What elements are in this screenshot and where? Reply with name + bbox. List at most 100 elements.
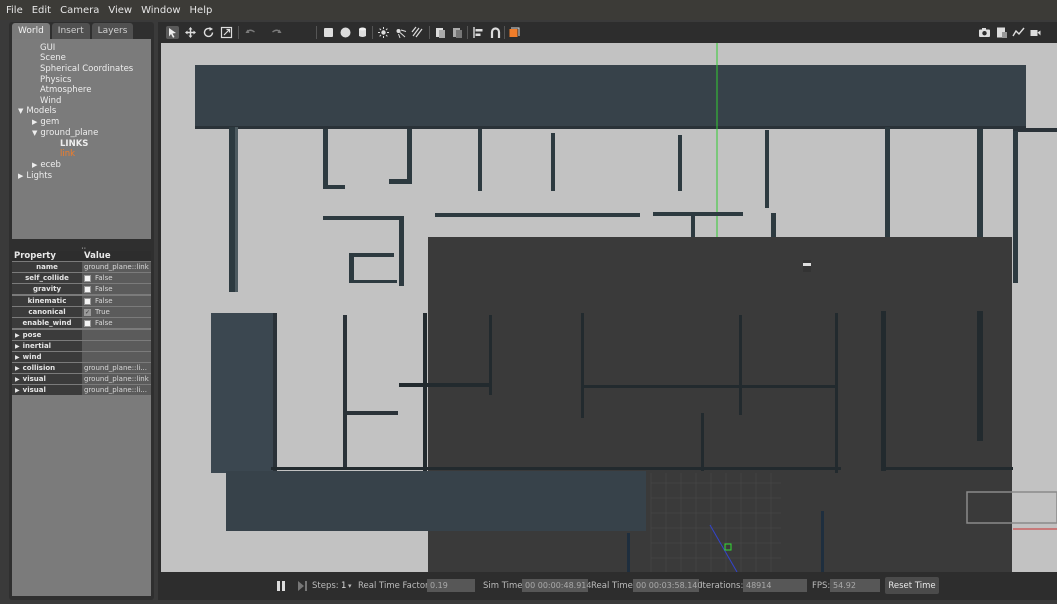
translate-icon[interactable] [184, 26, 197, 39]
steps-label: Steps: [312, 581, 339, 591]
align-icon[interactable] [472, 26, 485, 39]
steps-value[interactable]: 1 [341, 581, 346, 591]
group-name: ▶ wind [12, 352, 82, 362]
scale-icon[interactable] [220, 26, 233, 39]
rotate-icon[interactable] [202, 26, 215, 39]
record-icon[interactable] [1029, 26, 1042, 39]
property-group-visual-2[interactable]: ▶ visual ground_plane::li... [12, 385, 151, 395]
tree-item-ground-plane-label: ground_plane [40, 128, 99, 138]
spot-light-icon[interactable] [394, 26, 407, 39]
scene-panel: Steps: 1 ▾ Real Time Factor: 0.19 Sim Ti… [158, 22, 1057, 600]
undo-icon[interactable] [244, 26, 257, 39]
menu-view[interactable]: View [108, 5, 132, 16]
tree-item-scene[interactable]: Scene [40, 53, 66, 63]
collapsed-arrow-icon[interactable]: ▶ [15, 343, 20, 350]
tree-item-models[interactable]: ▼ Models [18, 106, 56, 116]
tree-item-eceb[interactable]: ▶ eceb [32, 160, 61, 170]
wall [435, 213, 640, 217]
tree-item-gem[interactable]: ▶ gem [32, 117, 59, 127]
collapsed-arrow-icon[interactable]: ▶ [32, 118, 37, 126]
menu-edit[interactable]: Edit [32, 5, 51, 16]
group-label: wind [22, 353, 42, 361]
redo-icon[interactable] [270, 26, 283, 39]
rtf-label: Real Time Factor: [358, 581, 432, 591]
collapsed-arrow-icon[interactable]: ▶ [15, 376, 20, 383]
wall [883, 467, 1013, 470]
wall [478, 129, 482, 191]
collapsed-arrow-icon[interactable]: ▶ [15, 354, 20, 361]
menu-window[interactable]: Window [141, 5, 180, 16]
step-icon[interactable] [298, 581, 308, 591]
wall [323, 185, 345, 189]
tree-item-ground-plane[interactable]: ▼ ground_plane [32, 128, 98, 138]
property-group-wind[interactable]: ▶ wind [12, 352, 151, 362]
snap-icon[interactable] [489, 26, 502, 39]
tree-item-physics[interactable]: Physics [40, 75, 71, 85]
property-group-collision[interactable]: ▶ collision ground_plane::li... [12, 363, 151, 373]
property-table-header: Property Value [12, 251, 151, 261]
property-group-inertial[interactable]: ▶ inertial [12, 341, 151, 351]
collapsed-arrow-icon[interactable]: ▶ [15, 387, 20, 394]
select-arrow-icon[interactable] [166, 26, 179, 39]
self-collide-checkbox[interactable] [84, 274, 91, 282]
group-value [82, 330, 151, 340]
property-group-pose[interactable]: ▶ pose [12, 330, 151, 340]
expanded-arrow-icon[interactable]: ▼ [18, 107, 23, 115]
wall [235, 127, 238, 292]
pause-icon[interactable] [277, 581, 286, 591]
wall [343, 411, 398, 415]
tree-item-link[interactable]: link [60, 149, 75, 159]
box-icon[interactable] [322, 26, 335, 39]
menu-camera[interactable]: Camera [60, 5, 99, 16]
property-name: canonical [12, 307, 82, 317]
sphere-icon[interactable] [339, 26, 352, 39]
screenshot-icon[interactable] [978, 26, 991, 39]
collapsed-arrow-icon[interactable]: ▶ [15, 332, 20, 339]
menu-help[interactable]: Help [190, 5, 213, 16]
tree-item-spherical-coordinates[interactable]: Spherical Coordinates [40, 64, 133, 74]
property-value: ✓ True [82, 307, 151, 317]
steps-dropdown-icon[interactable]: ▾ [348, 582, 352, 590]
view-angle-icon[interactable] [508, 26, 521, 39]
property-value-text: True [95, 308, 110, 316]
tab-world[interactable]: World [12, 23, 50, 39]
tree-item-lights[interactable]: ▶ Lights [18, 171, 52, 181]
tab-insert[interactable]: Insert [51, 23, 90, 39]
collapsed-arrow-icon[interactable]: ▶ [15, 365, 20, 372]
log-icon[interactable] [995, 26, 1008, 39]
kinematic-checkbox[interactable] [84, 297, 91, 305]
enable-wind-checkbox[interactable] [84, 319, 91, 327]
copy-icon[interactable] [434, 26, 447, 39]
wall [678, 135, 682, 191]
property-name: kinematic [12, 296, 82, 306]
canonical-checkbox-checked: ✓ [84, 308, 91, 316]
tree-item-gui[interactable]: GUI [40, 43, 55, 53]
expanded-arrow-icon[interactable]: ▼ [32, 129, 37, 137]
property-group-visual[interactable]: ▶ visual ground_plane::link [12, 374, 151, 384]
property-table: Property Value name ground_plane::link s… [12, 251, 151, 596]
gravity-checkbox[interactable] [84, 285, 91, 293]
paste-icon[interactable] [451, 26, 464, 39]
cylinder-icon[interactable] [356, 26, 369, 39]
tree-item-links-header: LINKS [60, 139, 89, 149]
tree-item-atmosphere[interactable]: Atmosphere [40, 85, 91, 95]
directional-light-icon[interactable] [411, 26, 424, 39]
wall [407, 129, 412, 181]
menu-file[interactable]: File [6, 5, 23, 16]
tab-layers[interactable]: Layers [91, 23, 134, 39]
collapsed-arrow-icon[interactable]: ▶ [18, 172, 23, 180]
wall [701, 413, 704, 471]
group-label: visual [22, 375, 46, 383]
point-light-icon[interactable] [377, 26, 390, 39]
3d-viewport[interactable] [161, 43, 1057, 572]
property-row-gravity: gravity False [12, 284, 151, 294]
property-value[interactable]: ground_plane::link [82, 262, 151, 272]
wall [977, 311, 983, 441]
group-name: ▶ inertial [12, 341, 82, 351]
collapsed-arrow-icon[interactable]: ▶ [32, 161, 37, 169]
reset-time-button[interactable]: Reset Time [885, 577, 939, 594]
wall [323, 216, 403, 220]
plot-icon[interactable] [1012, 26, 1025, 39]
tree-item-wind[interactable]: Wind [40, 96, 61, 106]
tree-item-eceb-label: eceb [40, 160, 61, 170]
